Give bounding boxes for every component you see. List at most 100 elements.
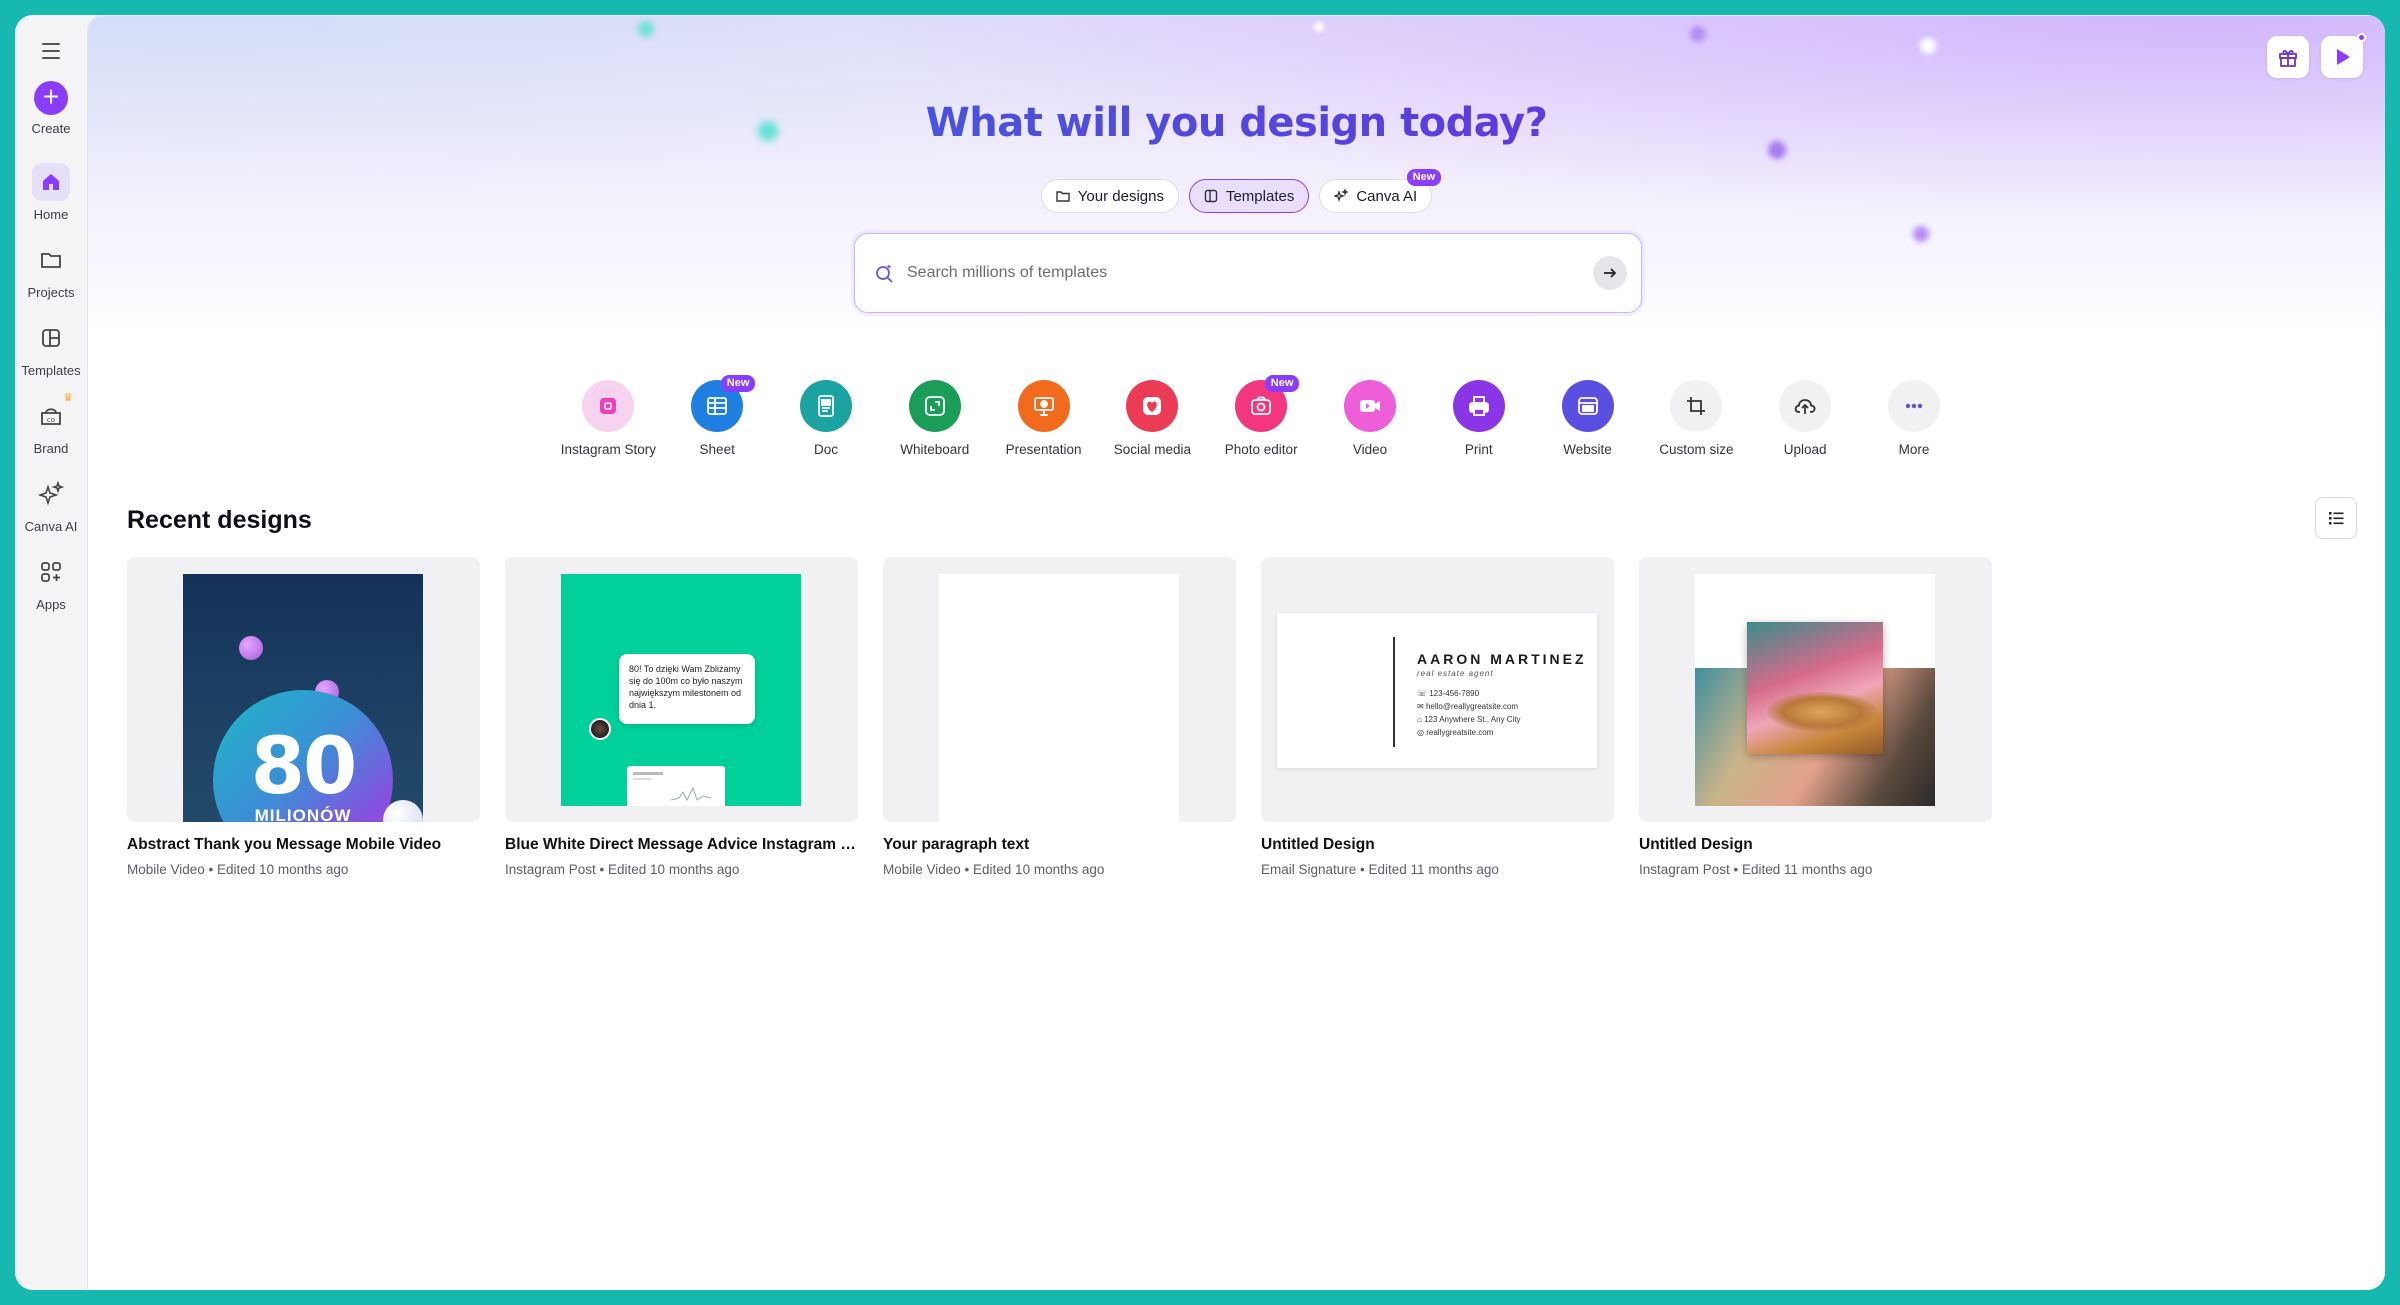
avatar — [589, 718, 611, 740]
tab-label: Canva AI — [1356, 187, 1418, 205]
section-title: Recent designs — [127, 506, 312, 534]
print-icon — [1452, 380, 1505, 432]
list-icon — [2329, 512, 2344, 525]
templates-icon — [32, 319, 70, 357]
sparkle-decoration — [638, 21, 654, 37]
shortcut-doc[interactable]: Doc — [772, 380, 881, 457]
shortcut-label: Presentation — [1005, 442, 1082, 457]
home-icon — [32, 163, 70, 201]
folder-icon — [1056, 191, 1070, 202]
video-icon — [1343, 380, 1396, 432]
create-label: Create — [31, 121, 71, 136]
shortcut-label: Website — [1563, 442, 1612, 457]
design-title: Untitled Design — [1639, 836, 1753, 853]
list-view-button[interactable] — [2315, 497, 2357, 539]
shortcut-label: More — [1898, 442, 1930, 457]
design-thumbnail — [883, 557, 1236, 822]
contact-row: ☏ 123-456-7890 — [1417, 689, 1480, 698]
design-meta: Mobile Video • Edited 10 months ago — [127, 862, 349, 877]
design-meta: Mobile Video • Edited 10 months ago — [883, 862, 1105, 877]
design-title: Abstract Thank you Message Mobile Video — [127, 836, 442, 853]
sparkles-icon — [32, 475, 70, 513]
shortcut-more[interactable]: More — [1860, 380, 1969, 457]
search-submit-button[interactable] — [1593, 256, 1627, 290]
thumbnail-image: AARON MARTINEZ real estate agent ☏ 123-4… — [1277, 613, 1597, 768]
sidebar-item-home[interactable]: Home — [15, 163, 87, 222]
arrow-right-icon — [1604, 268, 1617, 278]
design-thumbnail: AARON MARTINEZ real estate agent ☏ 123-4… — [1261, 557, 1614, 822]
sparkle-decoration — [1913, 226, 1929, 242]
decorative-sphere — [239, 636, 263, 660]
shortcut-social-media[interactable]: Social media — [1098, 380, 1207, 457]
doc-icon — [799, 380, 852, 432]
shortcut-website[interactable]: Website — [1533, 380, 1642, 457]
play-icon — [2337, 49, 2350, 65]
sidebar-item-label: Projects — [27, 285, 75, 300]
shortcut-label: Social media — [1113, 442, 1192, 457]
design-meta: Instagram Post • Edited 10 months ago — [505, 862, 740, 877]
tab-label: Templates — [1225, 187, 1295, 205]
photo-coins — [1747, 622, 1883, 754]
tab-your-designs[interactable]: Your designs — [1040, 179, 1179, 213]
shortcut-label: Whiteboard — [900, 442, 970, 457]
design-title: Untitled Design — [1261, 836, 1375, 853]
create-button[interactable]: + Create — [15, 81, 87, 136]
shortcut-video[interactable]: Video — [1316, 380, 1425, 457]
sidebar-item-label: Apps — [36, 597, 66, 612]
design-card[interactable]: 80 MILIONÓW Abstract Thank you Message M… — [127, 557, 480, 877]
design-card[interactable]: Your paragraph text Mobile Video • Edite… — [883, 557, 1236, 877]
sidebar-item-apps[interactable]: Apps — [15, 553, 87, 612]
shortcut-whiteboard[interactable]: Whiteboard — [880, 380, 989, 457]
design-card[interactable]: AARON MARTINEZ real estate agent ☏ 123-4… — [1261, 557, 1614, 877]
apps-icon — [32, 553, 70, 591]
tab-canva-ai[interactable]: Canva AI New — [1319, 169, 1442, 213]
sidebar-item-label: Brand — [33, 441, 69, 456]
thumbnail-message: 80! To dzięki Wam Zbliżamy się do 100m c… — [619, 654, 755, 724]
design-thumbnail — [1639, 557, 1992, 822]
design-card[interactable]: Untitled Design Instagram Post • Edited … — [1639, 557, 1992, 877]
shortcut-print[interactable]: Print — [1424, 380, 1533, 457]
shortcut-instagram-story[interactable]: Instagram Story — [554, 380, 663, 457]
page-title: What will you design today? — [88, 100, 2385, 146]
play-button[interactable] — [2321, 33, 2366, 78]
thumbnail-contact-rows: ☏ 123-456-7890 ✉ hello@reallygreatsite.c… — [1417, 687, 1521, 739]
new-badge: New — [720, 375, 756, 392]
social-media-icon — [1126, 380, 1179, 432]
main-content: What will you design today? Your designs… — [87, 15, 2385, 1290]
gift-icon — [2279, 50, 2297, 67]
thumbnail-image — [939, 574, 1179, 822]
notification-dot — [2357, 33, 2366, 42]
shortcut-photo-editor[interactable]: New Photo editor — [1207, 375, 1316, 457]
design-type-shortcuts: Instagram Story New Sheet Doc Whiteboard… — [554, 375, 1969, 457]
shortcut-custom-size[interactable]: Custom size — [1642, 380, 1751, 457]
design-title: Blue White Direct Message Advice Instagr… — [505, 836, 858, 853]
gift-button[interactable] — [2267, 36, 2309, 78]
shortcut-label: Custom size — [1659, 442, 1734, 457]
sidebar-item-label: Canva AI — [24, 519, 78, 534]
shortcut-upload[interactable]: Upload — [1751, 380, 1860, 457]
shortcut-label: Doc — [813, 442, 838, 457]
design-thumbnail: 80 MILIONÓW — [127, 557, 480, 822]
new-badge: New — [1264, 375, 1300, 392]
sidebar-item-brand[interactable]: ♛ co Brand — [15, 392, 87, 456]
shortcut-presentation[interactable]: Presentation — [989, 380, 1098, 457]
sparkles-icon — [1334, 189, 1349, 203]
shortcut-sheet[interactable]: New Sheet — [663, 375, 772, 457]
upload-icon — [1779, 380, 1832, 432]
sidebar-item-label: Templates — [21, 363, 81, 378]
tab-label: Your designs — [1077, 187, 1164, 205]
menu-icon[interactable] — [37, 37, 65, 65]
more-icon — [1887, 380, 1940, 432]
design-card[interactable]: 80! To dzięki Wam Zbliżamy się do 100m c… — [505, 557, 858, 877]
search-input[interactable] — [907, 264, 1593, 282]
sidebar-item-canva-ai[interactable]: Canva AI — [15, 475, 87, 534]
website-icon — [1561, 380, 1614, 432]
presentation-icon — [1017, 380, 1070, 432]
svg-text:co: co — [47, 416, 55, 424]
sidebar-item-projects[interactable]: Projects — [15, 241, 87, 300]
thumbnail-image — [1695, 574, 1935, 806]
tab-templates[interactable]: Templates — [1188, 179, 1310, 213]
thumbnail-subtext: MILIONÓW — [254, 806, 352, 822]
shortcut-label: Video — [1352, 442, 1388, 457]
sidebar-item-templates[interactable]: Templates — [15, 319, 87, 378]
